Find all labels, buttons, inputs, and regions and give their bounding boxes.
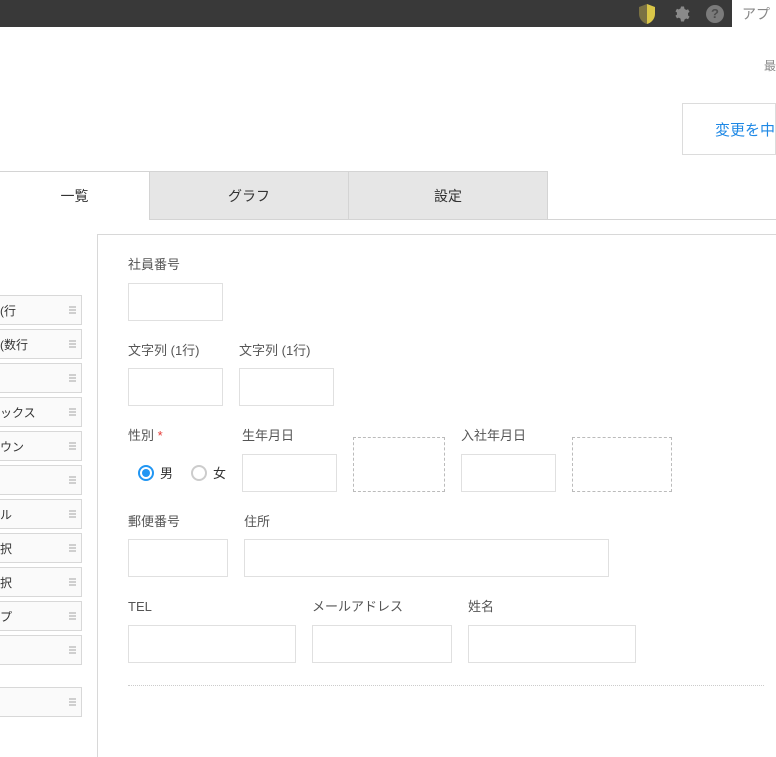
birthdate-input[interactable] bbox=[242, 454, 337, 492]
grip-icon bbox=[67, 578, 77, 586]
employee-number-input[interactable] bbox=[128, 283, 223, 321]
cancel-changes-label: 変更を中 bbox=[715, 119, 775, 140]
grip-icon bbox=[67, 646, 77, 654]
tab-list-label: 一覧 bbox=[61, 186, 89, 206]
radio-dot-icon bbox=[191, 465, 207, 481]
palette-item[interactable]: 択 bbox=[0, 533, 82, 563]
workspace: 行) 数行) ックス ウン ル 択 択 プ 社員番号 文字列 (1行) bbox=[0, 220, 776, 757]
field-label: 文字列 (1行) bbox=[128, 343, 223, 359]
field-name[interactable]: 姓名 bbox=[468, 599, 636, 663]
palette-item-label: 択 bbox=[0, 574, 67, 591]
shield-icon[interactable] bbox=[630, 0, 664, 27]
palette-item[interactable]: 行) bbox=[0, 295, 82, 325]
tabs: 一覧 グラフ 設定 bbox=[0, 171, 776, 220]
grip-icon bbox=[67, 408, 77, 416]
palette-item-label: 数行) bbox=[0, 336, 67, 353]
tab-list[interactable]: 一覧 bbox=[0, 171, 150, 220]
tel-input[interactable] bbox=[128, 625, 296, 663]
help-icon[interactable]: ? bbox=[698, 0, 732, 27]
tab-chart-label: グラフ bbox=[228, 186, 270, 206]
empty-drop-slot[interactable] bbox=[572, 437, 672, 492]
grip-icon bbox=[67, 476, 77, 484]
palette-item[interactable]: ックス bbox=[0, 397, 82, 427]
grip-icon bbox=[67, 510, 77, 518]
palette-item-label: プ bbox=[0, 608, 67, 625]
cancel-changes-button[interactable]: 変更を中 bbox=[682, 103, 776, 155]
radio-label: 男 bbox=[160, 463, 173, 482]
field-postal[interactable]: 郵便番号 bbox=[128, 514, 228, 578]
field-label: 社員番号 bbox=[128, 257, 223, 273]
palette-item[interactable] bbox=[0, 465, 82, 495]
palette-item[interactable]: プ bbox=[0, 601, 82, 631]
string1-input[interactable] bbox=[128, 368, 223, 406]
field-label: 住所 bbox=[244, 514, 609, 530]
field-gender[interactable]: 性別 男 女 bbox=[128, 428, 226, 492]
field-label: 文字列 (1行) bbox=[239, 343, 334, 359]
field-label: 郵便番号 bbox=[128, 514, 228, 530]
status-note: 最 bbox=[764, 57, 776, 74]
top-bar: ? アプ bbox=[0, 0, 776, 27]
field-birthdate[interactable]: 生年月日 bbox=[242, 428, 337, 492]
palette-item[interactable]: ル bbox=[0, 499, 82, 529]
palette-item[interactable] bbox=[0, 635, 82, 665]
field-string1[interactable]: 文字列 (1行) bbox=[128, 343, 223, 407]
postal-input[interactable] bbox=[128, 539, 228, 577]
hiredate-input[interactable] bbox=[461, 454, 556, 492]
field-label: 生年月日 bbox=[242, 428, 337, 444]
grip-icon bbox=[67, 340, 77, 348]
field-empty-slot[interactable] bbox=[353, 428, 445, 492]
separator bbox=[128, 685, 764, 686]
grip-icon bbox=[67, 612, 77, 620]
palette-item-label: ル bbox=[0, 506, 67, 523]
app-settings-label: アプ bbox=[742, 4, 770, 24]
gender-male-radio[interactable]: 男 bbox=[138, 463, 173, 482]
palette-item[interactable]: 数行) bbox=[0, 329, 82, 359]
field-label: 性別 bbox=[128, 428, 226, 444]
grip-icon bbox=[67, 374, 77, 382]
gender-radio-group: 男 女 bbox=[128, 454, 226, 492]
radio-label: 女 bbox=[213, 463, 226, 482]
grip-icon bbox=[67, 306, 77, 314]
field-label: TEL bbox=[128, 599, 296, 615]
palette-item-label: ックス bbox=[0, 404, 67, 421]
field-employee-number[interactable]: 社員番号 bbox=[128, 257, 223, 321]
gender-female-radio[interactable]: 女 bbox=[191, 463, 226, 482]
form-canvas: 社員番号 文字列 (1行) 文字列 (1行) 性別 bbox=[97, 234, 776, 757]
field-palette: 行) 数行) ックス ウン ル 択 択 プ bbox=[0, 220, 82, 757]
palette-item[interactable]: 択 bbox=[0, 567, 82, 597]
app-settings-tab[interactable]: アプ bbox=[732, 0, 776, 27]
field-label: メールアドレス bbox=[312, 599, 452, 615]
field-string2[interactable]: 文字列 (1行) bbox=[239, 343, 334, 407]
field-empty-slot[interactable] bbox=[572, 428, 672, 492]
tab-settings-label: 設定 bbox=[434, 186, 462, 206]
name-input[interactable] bbox=[468, 625, 636, 663]
field-label: 姓名 bbox=[468, 599, 636, 615]
grip-icon bbox=[67, 544, 77, 552]
grip-icon bbox=[67, 698, 77, 706]
palette-item[interactable]: ウン bbox=[0, 431, 82, 461]
empty-drop-slot[interactable] bbox=[353, 437, 445, 492]
palette-item-label: 行) bbox=[0, 302, 67, 319]
palette-item-label: ウン bbox=[0, 438, 67, 455]
grip-icon bbox=[67, 442, 77, 450]
tab-chart[interactable]: グラフ bbox=[149, 171, 349, 220]
email-input[interactable] bbox=[312, 625, 452, 663]
field-email[interactable]: メールアドレス bbox=[312, 599, 452, 663]
field-hiredate[interactable]: 入社年月日 bbox=[461, 428, 556, 492]
tab-settings[interactable]: 設定 bbox=[348, 171, 548, 220]
field-label: 入社年月日 bbox=[461, 428, 556, 444]
upper-area: 最 変更を中 bbox=[0, 27, 776, 171]
field-tel[interactable]: TEL bbox=[128, 599, 296, 663]
radio-dot-icon bbox=[138, 465, 154, 481]
address-input[interactable] bbox=[244, 539, 609, 577]
palette-item[interactable] bbox=[0, 363, 82, 393]
palette-item-label: 択 bbox=[0, 540, 67, 557]
palette-item[interactable] bbox=[0, 687, 82, 717]
string2-input[interactable] bbox=[239, 368, 334, 406]
gear-icon[interactable] bbox=[664, 0, 698, 27]
field-address[interactable]: 住所 bbox=[244, 514, 609, 578]
